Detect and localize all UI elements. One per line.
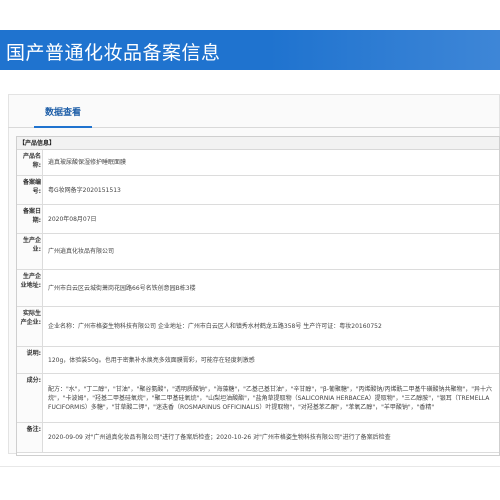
row-record-number: 备案编号: 粤G妆网备字2020151513 bbox=[17, 176, 499, 205]
product-info-table: 【产品信息】 产品名称: 逍真玻尿酸保湿修护睡眠面膜 备案编号: 粤G妆网备字2… bbox=[16, 136, 500, 456]
field-label: 实际生产企业: bbox=[17, 307, 43, 346]
row-manufacturer-address: 生产企业地址: 广州市白云区云城街萧岗花园路66号名铁创意园B栋3楼 bbox=[17, 270, 499, 307]
page-title: 国产普通化妆品备案信息 bbox=[6, 42, 221, 64]
field-label: 生产企业: bbox=[17, 234, 43, 269]
row-description: 说明: 120g，体验装50g。也用于密集补水焕亮多效面膜膏彩，可能存在轻度刺激… bbox=[17, 347, 499, 374]
field-value: 广州市白云区云城街萧岗花园路66号名铁创意园B栋3楼 bbox=[48, 284, 196, 292]
row-remarks: 备注: 2020-09-09 对"广州逍真化妆品有限公司"进行了备案后检查；20… bbox=[17, 423, 499, 453]
header-banner: 国产普通化妆品备案信息 bbox=[0, 30, 500, 70]
field-label: 备注: bbox=[17, 423, 43, 452]
field-label: 生产企业地址: bbox=[17, 270, 43, 306]
tab-bar: 数据查看 bbox=[8, 102, 500, 128]
field-value: 120g，体验装50g。也用于密集补水焕亮多效面膜膏彩，可能存在轻度刺激感 bbox=[48, 356, 255, 364]
field-value: 逍真玻尿酸保湿修护睡眠面膜 bbox=[48, 159, 127, 166]
row-record-date: 备案日期: 2020年08月07日 bbox=[17, 205, 499, 234]
field-value: 企业名称：广州市格姿生物科技有限公司 企业地址：广州市白云区人和镇秀水村鹤龙五路… bbox=[48, 323, 382, 330]
field-value: 2020-09-09 对"广州逍真化妆品有限公司"进行了备案后检查；2020-1… bbox=[48, 434, 391, 441]
row-manufacturer: 生产企业: 广州逍真化妆品有限公司 bbox=[17, 234, 499, 270]
row-product-name: 产品名称: 逍真玻尿酸保湿修护睡眠面膜 bbox=[17, 150, 499, 176]
row-ingredients: 成分: 配方："水"，"丁二醇"，"甘油"，"聚谷氨酸"，"透明质酸钠"，"海藻… bbox=[17, 374, 499, 423]
field-label: 产品名称: bbox=[17, 150, 43, 175]
field-value: 2020年08月07日 bbox=[48, 215, 97, 223]
field-label: 成分: bbox=[17, 374, 43, 422]
field-value: 粤G妆网备字2020151513 bbox=[48, 186, 121, 194]
field-label: 备案日期: bbox=[17, 205, 43, 233]
tab-data-view[interactable]: 数据查看 bbox=[34, 102, 92, 128]
field-value: 配方："水"，"丁二醇"，"甘油"，"聚谷氨酸"，"透明质酸钠"，"海藻糖"，"… bbox=[48, 385, 492, 411]
field-label: 说明: bbox=[17, 347, 43, 373]
divider bbox=[0, 466, 500, 467]
banner-gradient bbox=[270, 30, 500, 70]
section-title: 【产品信息】 bbox=[17, 137, 499, 150]
field-label: 备案编号: bbox=[17, 176, 43, 204]
field-value: 广州逍真化妆品有限公司 bbox=[48, 248, 115, 255]
row-actual-manufacturer: 实际生产企业: 企业名称：广州市格姿生物科技有限公司 企业地址：广州市白云区人和… bbox=[17, 307, 499, 347]
